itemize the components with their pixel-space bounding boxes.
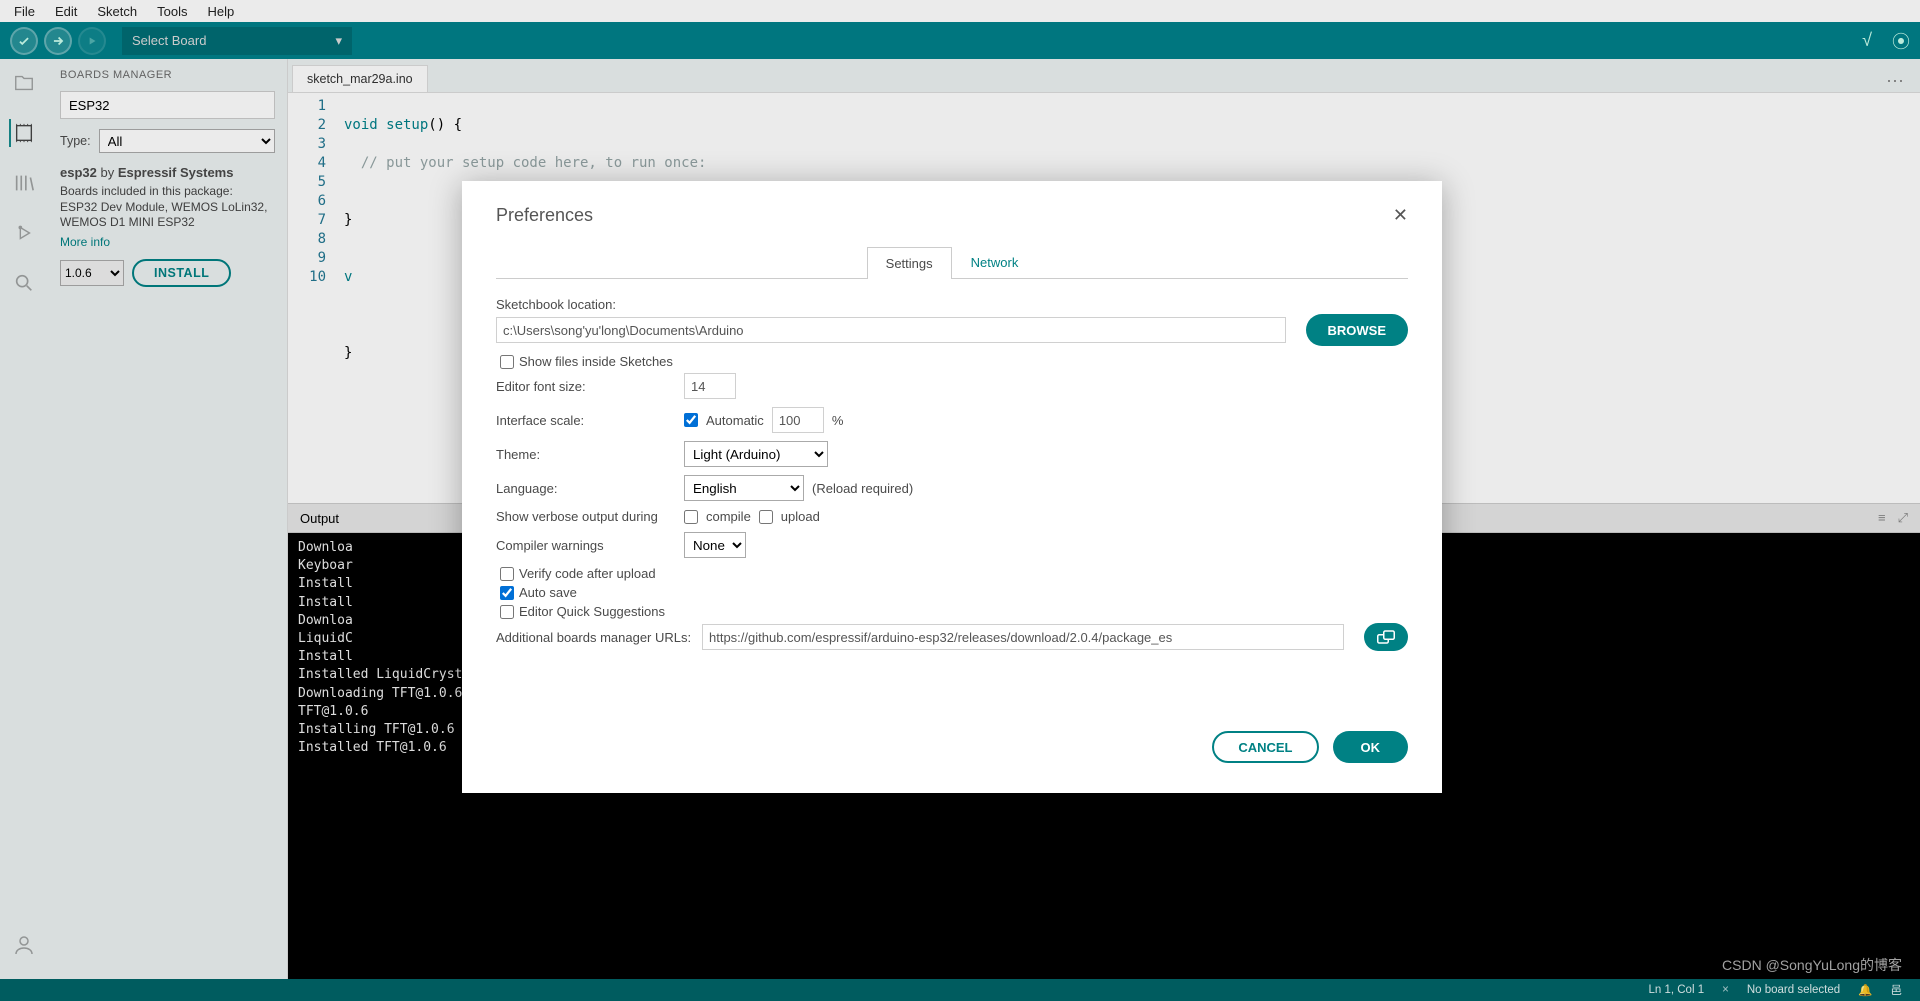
verify-upload-label: Verify code after upload xyxy=(519,566,656,581)
scale-unit: % xyxy=(832,413,844,428)
scale-value-input[interactable] xyxy=(772,407,824,433)
tab-network[interactable]: Network xyxy=(952,246,1038,278)
autosave-label: Auto save xyxy=(519,585,577,600)
warnings-label: Compiler warnings xyxy=(496,538,676,553)
watermark: CSDN @SongYuLong的博客 xyxy=(1722,955,1902,975)
verify-upload-checkbox[interactable] xyxy=(500,567,514,581)
verbose-compile-label: compile xyxy=(706,509,751,524)
quick-suggestions-checkbox[interactable] xyxy=(500,605,514,619)
tab-settings[interactable]: Settings xyxy=(867,247,952,279)
autosave-checkbox[interactable] xyxy=(500,586,514,600)
boards-urls-expand-button[interactable] xyxy=(1364,623,1408,651)
language-note: (Reload required) xyxy=(812,481,913,496)
quick-suggestions-label: Editor Quick Suggestions xyxy=(519,604,665,619)
boards-urls-label: Additional boards manager URLs: xyxy=(496,630,694,645)
boards-urls-input[interactable] xyxy=(702,624,1344,650)
cancel-button[interactable]: CANCEL xyxy=(1212,731,1318,763)
show-files-checkbox[interactable] xyxy=(500,355,514,369)
font-size-label: Editor font size: xyxy=(496,379,676,394)
scale-auto-label: Automatic xyxy=(706,413,764,428)
preferences-dialog: Preferences ✕ Settings Network Sketchboo… xyxy=(462,181,1442,793)
browse-button[interactable]: BROWSE xyxy=(1306,314,1409,346)
verbose-compile-checkbox[interactable] xyxy=(684,510,698,524)
sketchbook-label: Sketchbook location: xyxy=(496,297,616,312)
language-label: Language: xyxy=(496,481,676,496)
font-size-input[interactable] xyxy=(684,373,736,399)
verbose-upload-label: upload xyxy=(781,509,820,524)
warnings-select[interactable]: None xyxy=(684,532,746,558)
scale-auto-checkbox[interactable] xyxy=(684,413,698,427)
theme-label: Theme: xyxy=(496,447,676,462)
verbose-upload-checkbox[interactable] xyxy=(759,510,773,524)
language-select[interactable]: English xyxy=(684,475,804,501)
dialog-title: Preferences xyxy=(496,205,593,226)
sketchbook-path-input[interactable] xyxy=(496,317,1286,343)
verbose-label: Show verbose output during xyxy=(496,509,676,524)
close-icon[interactable]: ✕ xyxy=(1393,205,1408,226)
theme-select[interactable]: Light (Arduino) xyxy=(684,441,828,467)
scale-label: Interface scale: xyxy=(496,413,676,428)
ok-button[interactable]: OK xyxy=(1333,731,1409,763)
show-files-label: Show files inside Sketches xyxy=(519,354,673,369)
